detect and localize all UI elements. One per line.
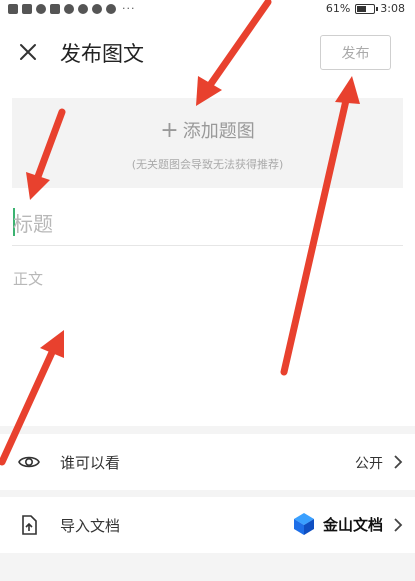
visibility-row[interactable]: 谁可以看 公开	[0, 434, 415, 490]
chevron-right-icon	[394, 455, 403, 469]
battery-icon	[355, 3, 379, 14]
visibility-label: 谁可以看	[60, 454, 121, 472]
hand-icon	[106, 3, 116, 14]
title-placeholder: 标题	[13, 212, 53, 236]
signal-icon	[22, 3, 32, 14]
wifi-icon	[36, 3, 46, 14]
kingsoft-docs-logo-icon	[293, 513, 314, 535]
status-bar: ··· 61% 3:08	[0, 0, 415, 18]
calendar-icon	[50, 3, 60, 14]
top-bar: 发布图文 发布	[0, 28, 415, 78]
chevron-right-icon	[394, 518, 403, 532]
more-notifications: ···	[122, 2, 136, 15]
import-document-label: 导入文档	[60, 517, 121, 535]
status-icons: ···	[8, 2, 136, 15]
body-field[interactable]: 正文	[13, 268, 43, 289]
kingsoft-docs-badge: 金山文档	[291, 511, 383, 537]
import-document-row[interactable]: 导入文档 金山文档	[0, 497, 415, 553]
publish-button[interactable]: 发布	[320, 35, 391, 70]
visibility-value: 公开	[355, 456, 383, 472]
upload-document-icon	[22, 515, 37, 535]
kingsoft-docs-label: 金山文档	[322, 515, 383, 534]
close-icon[interactable]	[16, 40, 40, 64]
shield-icon	[64, 3, 74, 14]
plus-icon: +	[160, 118, 179, 143]
page-title: 发布图文	[60, 42, 144, 66]
battery-percent: 61%	[325, 2, 351, 15]
add-cover-image-hint: (无关题图会导致无法获得推荐)	[131, 158, 284, 171]
chat-icon	[92, 3, 102, 14]
title-field[interactable]: 标题	[12, 202, 403, 246]
add-cover-image-area[interactable]: + 添加题图 (无关题图会导致无法获得推荐)	[12, 98, 403, 188]
clock: 3:08	[380, 2, 405, 15]
eye-icon	[18, 456, 40, 468]
phone-icon	[78, 3, 88, 14]
add-cover-image-label: 添加题图	[182, 121, 255, 142]
hd-icon	[8, 3, 18, 14]
